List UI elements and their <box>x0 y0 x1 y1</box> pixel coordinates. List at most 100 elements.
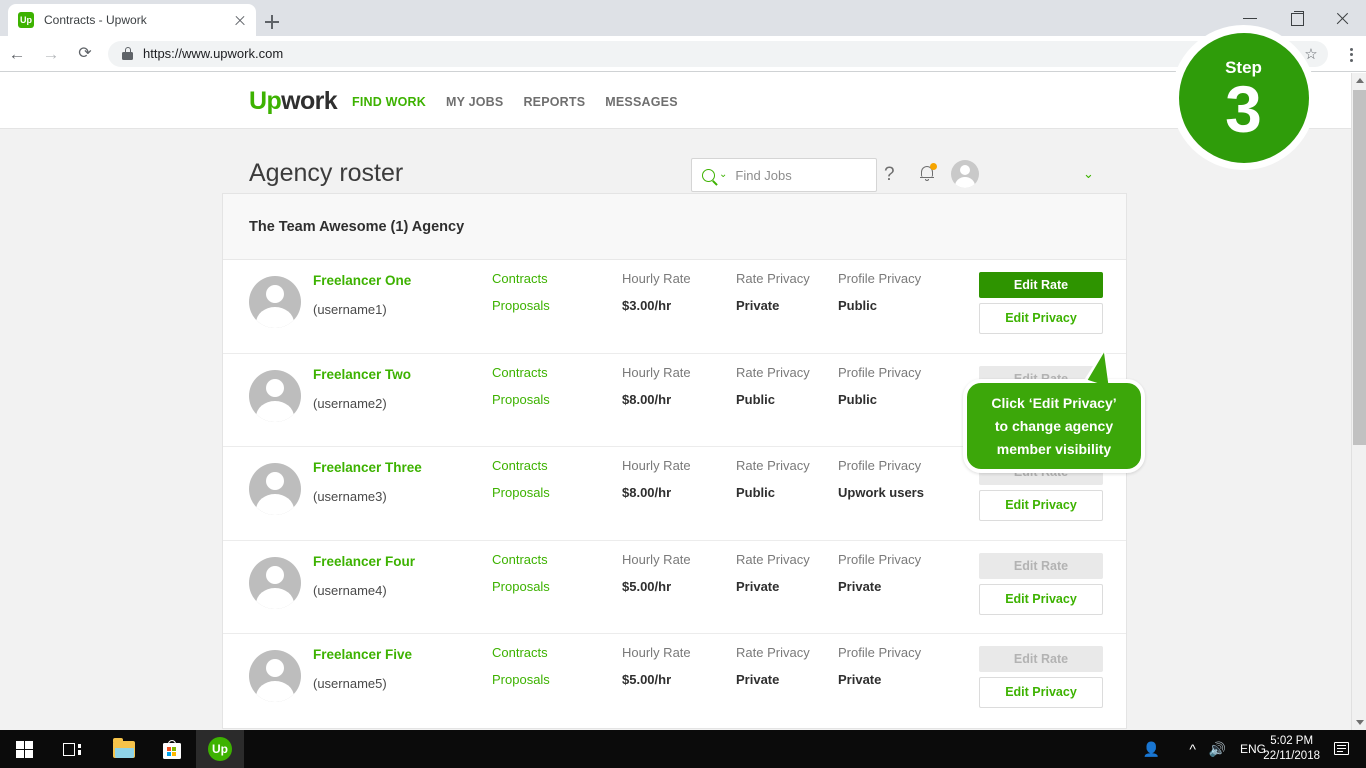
notifications-bell-icon[interactable] <box>919 164 935 182</box>
nav-item-reports[interactable]: REPORTS <box>523 95 585 109</box>
volume-icon[interactable]: 🔊 <box>1209 730 1226 768</box>
new-tab-button[interactable] <box>258 8 286 36</box>
page-viewport: Upwork FIND WORK MY JOBS REPORTS MESSAGE… <box>0 73 1351 730</box>
page-scrollbar[interactable] <box>1351 73 1366 730</box>
help-icon[interactable]: ? <box>884 164 895 186</box>
window-close-button[interactable] <box>1320 0 1366 36</box>
contracts-link[interactable]: Contracts <box>492 272 550 285</box>
scrollbar-thumb[interactable] <box>1353 90 1366 445</box>
browser-tab[interactable]: Up Contracts - Upwork <box>8 4 256 36</box>
contracts-link[interactable]: Contracts <box>492 553 550 566</box>
member-identity: Freelancer Three (username3) <box>313 459 422 503</box>
rate-privacy-cell: Rate Privacy Public <box>736 366 810 406</box>
scroll-up-arrow-icon[interactable] <box>1352 73 1366 88</box>
profile-privacy-value: Upwork users <box>838 486 924 499</box>
start-button[interactable] <box>0 730 48 768</box>
tab-close-icon[interactable] <box>232 12 248 28</box>
search-category-chevron-down-icon[interactable]: ⌄ <box>719 170 727 180</box>
reload-icon: ⟳ <box>78 46 91 62</box>
edit-privacy-tooltip: Click ‘Edit Privacy’ to change agency me… <box>963 379 1145 473</box>
hourly-rate-value: $8.00/hr <box>622 393 691 406</box>
main-navigation: FIND WORK MY JOBS REPORTS MESSAGES <box>352 95 678 109</box>
proposals-link[interactable]: Proposals <box>492 580 550 593</box>
upwork-favicon-icon: Up <box>18 12 34 28</box>
member-identity: Freelancer Two (username2) <box>313 366 411 410</box>
search-box[interactable]: ⌄ Find Jobs <box>691 158 877 192</box>
member-username: (username4) <box>313 584 415 597</box>
back-button[interactable]: ← <box>0 36 34 72</box>
edit-privacy-button[interactable]: Edit Privacy <box>979 490 1103 521</box>
forward-arrow-icon: → <box>43 45 60 62</box>
member-name-link[interactable]: Freelancer Three <box>313 460 422 475</box>
member-username: (username1) <box>313 303 411 316</box>
contracts-link[interactable]: Contracts <box>492 366 550 379</box>
address-bar[interactable]: https://www.upwork.com ☆ <box>108 41 1328 67</box>
clock[interactable]: 5:02 PM 22/11/2018 <box>1263 730 1320 768</box>
edit-privacy-button[interactable]: Edit Privacy <box>979 584 1103 615</box>
member-name-link[interactable]: Freelancer One <box>313 273 411 288</box>
hourly-rate-label: Hourly Rate <box>622 459 691 472</box>
avatar <box>249 650 301 702</box>
edit-privacy-button[interactable]: Edit Privacy <box>979 677 1103 708</box>
windows-start-icon <box>16 741 33 758</box>
member-name-link[interactable]: Freelancer Four <box>313 554 415 569</box>
proposals-link[interactable]: Proposals <box>492 393 550 406</box>
language-indicator[interactable]: ENG <box>1240 730 1266 768</box>
hourly-rate-cell: Hourly Rate $8.00/hr <box>622 459 691 499</box>
forward-button[interactable]: → <box>34 36 68 72</box>
browser-tab-title: Contracts - Upwork <box>44 13 232 27</box>
upwork-logo[interactable]: Upwork <box>249 89 337 114</box>
member-name-link[interactable]: Freelancer Five <box>313 647 412 662</box>
hourly-rate-label: Hourly Rate <box>622 272 691 285</box>
page-title: Agency roster <box>249 159 403 188</box>
show-hidden-icons-icon[interactable]: ^ <box>1189 730 1196 768</box>
member-username: (username5) <box>313 677 412 690</box>
profile-privacy-cell: Profile Privacy Public <box>838 272 921 312</box>
account-avatar[interactable] <box>951 160 979 188</box>
lock-icon <box>122 47 133 60</box>
logo-up-text: Up <box>249 87 281 115</box>
logo-work-text: work <box>281 87 337 115</box>
edit-rate-button[interactable]: Edit Rate <box>979 272 1103 298</box>
hourly-rate-value: $5.00/hr <box>622 580 691 593</box>
account-chevron-down-icon[interactable]: ⌄ <box>1083 167 1094 180</box>
rate-privacy-label: Rate Privacy <box>736 553 810 566</box>
profile-privacy-label: Profile Privacy <box>838 646 921 659</box>
task-view-button[interactable] <box>48 730 96 768</box>
profile-privacy-value: Private <box>838 580 921 593</box>
action-center-button[interactable] <box>1324 730 1360 768</box>
member-identity: Freelancer One (username1) <box>313 272 411 316</box>
member-identity: Freelancer Four (username4) <box>313 553 415 597</box>
nav-item-my-jobs[interactable]: MY JOBS <box>446 95 503 109</box>
hourly-rate-cell: Hourly Rate $8.00/hr <box>622 366 691 406</box>
edit-privacy-button[interactable]: Edit Privacy <box>979 303 1103 334</box>
rate-privacy-value: Public <box>736 393 810 406</box>
hourly-rate-value: $3.00/hr <box>622 299 691 312</box>
maximize-restore-button[interactable] <box>1274 0 1320 36</box>
tooltip-line-3: member visibility <box>997 438 1111 461</box>
browser-menu-button[interactable] <box>1336 36 1366 72</box>
upwork-taskbar-button[interactable]: Up <box>196 730 244 768</box>
search-input-placeholder[interactable]: Find Jobs <box>735 168 791 183</box>
file-explorer-button[interactable] <box>100 730 148 768</box>
reload-button[interactable]: ⟳ <box>68 36 102 72</box>
nav-item-messages[interactable]: MESSAGES <box>605 95 677 109</box>
scroll-down-arrow-icon[interactable] <box>1352 715 1366 730</box>
member-name-link[interactable]: Freelancer Two <box>313 367 411 382</box>
row-actions: Edit Rate Edit Privacy <box>979 646 1103 708</box>
proposals-link[interactable]: Proposals <box>492 673 550 686</box>
tray-people-icon[interactable]: 👤 <box>1143 730 1160 768</box>
search-icon <box>702 169 715 182</box>
hourly-rate-label: Hourly Rate <box>622 646 691 659</box>
avatar <box>249 370 301 422</box>
contracts-link[interactable]: Contracts <box>492 459 550 472</box>
proposals-link[interactable]: Proposals <box>492 299 550 312</box>
step-badge: Step 3 <box>1171 25 1316 170</box>
proposals-link[interactable]: Proposals <box>492 486 550 499</box>
contracts-link[interactable]: Contracts <box>492 646 550 659</box>
microsoft-store-button[interactable] <box>148 730 196 768</box>
roster-row: Freelancer One (username1) Contracts Pro… <box>223 260 1126 354</box>
nav-item-find-work[interactable]: FIND WORK <box>352 95 426 109</box>
profile-privacy-value: Public <box>838 299 921 312</box>
address-bar-url: https://www.upwork.com <box>143 46 1298 61</box>
